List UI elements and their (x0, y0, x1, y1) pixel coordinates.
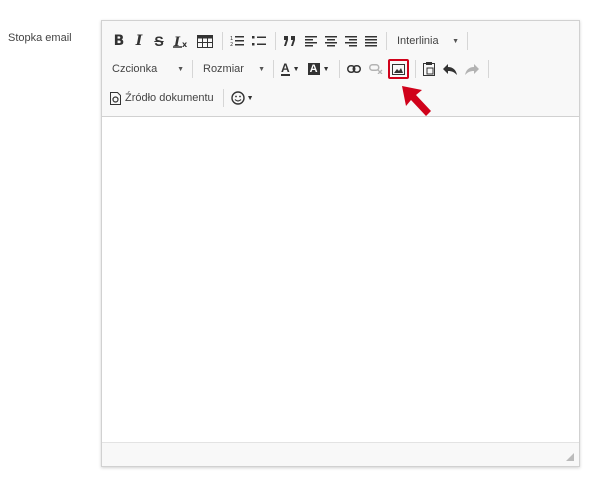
numbered-list-icon: 1 2 (230, 36, 244, 47)
emoji-icon (230, 91, 245, 105)
rich-text-editor: B I S I x 1 2 Interlinia ▼ Czcionka ▼ Ro… (101, 20, 580, 467)
align-center-button[interactable] (322, 31, 340, 51)
strikethrough-button[interactable]: S (150, 31, 168, 51)
align-right-icon (345, 35, 357, 46)
toolbar-row-3: Źródło dokumentu ▼ (110, 87, 259, 109)
background-color-button[interactable]: A ▼ (305, 59, 333, 79)
align-justify-button[interactable] (362, 31, 380, 51)
align-left-icon (305, 35, 317, 46)
red-arrow-icon (402, 86, 431, 116)
bulleted-list-icon (252, 36, 266, 46)
chevron-down-icon: ▼ (452, 37, 459, 45)
chevron-down-icon: ▼ (177, 65, 184, 73)
toolbar-separator (487, 60, 489, 78)
text-color-button[interactable]: A ▼ (278, 59, 303, 79)
bold-button[interactable]: B (110, 31, 128, 51)
align-right-button[interactable] (342, 31, 360, 51)
font-select[interactable]: Czcionka ▼ (110, 59, 188, 79)
remove-format-icon: I x (173, 35, 188, 48)
bulleted-list-button[interactable] (249, 31, 269, 51)
size-label: Rozmiar (203, 63, 244, 75)
toolbar-separator (338, 60, 340, 78)
resize-handle-icon[interactable] (566, 453, 574, 461)
size-select[interactable]: Rozmiar ▼ (197, 59, 269, 79)
link-icon (346, 65, 361, 73)
numbered-list-button[interactable]: 1 2 (227, 31, 247, 51)
undo-button[interactable] (440, 59, 460, 79)
chevron-down-icon: ▼ (322, 65, 330, 73)
svg-text:2: 2 (230, 42, 233, 47)
field-label: Stopka email (8, 32, 72, 44)
text-color-icon: A (281, 61, 290, 76)
unlink-icon (368, 64, 382, 74)
toolbar-separator (273, 60, 274, 78)
redo-button[interactable] (462, 59, 482, 79)
line-height-select[interactable]: Interlinia ▼ (391, 31, 463, 51)
toolbar-separator (414, 60, 416, 78)
table-icon (197, 34, 213, 48)
blockquote-icon (284, 36, 295, 46)
editor-toolbar: B I S I x 1 2 Interlinia ▼ Czcionka ▼ Ro… (102, 21, 579, 117)
line-height-label: Interlinia (397, 35, 439, 47)
toolbar-row-2: Czcionka ▼ Rozmiar ▼ A ▼ A ▼ (110, 58, 493, 80)
source-button[interactable]: Źródło dokumentu (110, 88, 217, 108)
toolbar-separator (222, 32, 223, 50)
svg-text:I: I (173, 35, 181, 48)
image-icon (391, 63, 405, 75)
source-label: Źródło dokumentu (125, 92, 214, 104)
chevron-down-icon: ▼ (292, 65, 300, 73)
editor-footer (102, 442, 579, 466)
toolbar-separator (467, 32, 468, 50)
link-button[interactable] (344, 59, 364, 79)
toolbar-separator (275, 32, 276, 50)
remove-format-button[interactable]: I x (170, 31, 192, 51)
toolbar-separator (192, 60, 193, 78)
insert-image-button[interactable] (387, 59, 409, 79)
align-left-button[interactable] (302, 31, 320, 51)
paste-button[interactable] (420, 59, 438, 79)
svg-text:x: x (182, 40, 188, 48)
source-icon (110, 91, 121, 105)
toolbar-separator (386, 32, 387, 50)
font-label: Czcionka (112, 63, 158, 75)
align-center-icon (325, 35, 337, 46)
table-button[interactable] (194, 31, 216, 51)
background-color-icon: A (307, 63, 320, 75)
paste-icon (422, 62, 435, 76)
redo-icon (464, 63, 479, 75)
chevron-down-icon: ▼ (258, 65, 265, 73)
italic-button[interactable]: I (130, 31, 148, 51)
blockquote-button[interactable] (280, 31, 300, 51)
editor-content-area[interactable] (102, 117, 579, 443)
emoji-button[interactable]: ▼ (228, 88, 257, 108)
unlink-button[interactable] (366, 59, 386, 79)
undo-icon (442, 63, 457, 75)
chevron-down-icon: ▼ (246, 94, 254, 102)
toolbar-row-1: B I S I x 1 2 Interlinia ▼ (110, 30, 472, 52)
align-justify-icon (365, 35, 377, 46)
toolbar-separator (222, 89, 224, 107)
